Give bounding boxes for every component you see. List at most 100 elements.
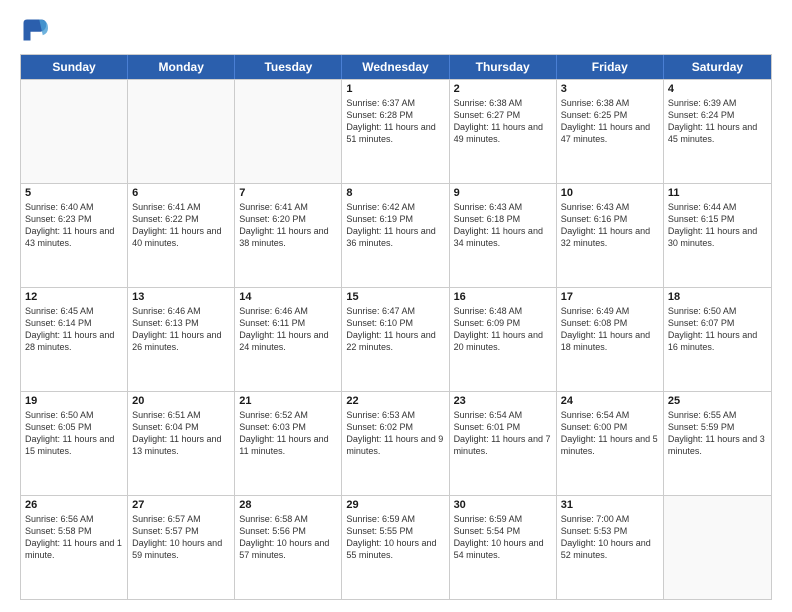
calendar-body: 1 Sunrise: 6:37 AM Sunset: 6:28 PM Daylig…	[21, 79, 771, 599]
calendar-header: SundayMondayTuesdayWednesdayThursdayFrid…	[21, 55, 771, 79]
page: SundayMondayTuesdayWednesdayThursdayFrid…	[0, 0, 792, 612]
cell-day-number: 6	[132, 187, 230, 199]
calendar-cell	[664, 496, 771, 599]
cell-info: Sunrise: 6:37 AM Sunset: 6:28 PM Dayligh…	[346, 97, 444, 146]
cell-info: Sunrise: 6:41 AM Sunset: 6:20 PM Dayligh…	[239, 201, 337, 250]
calendar-cell: 31 Sunrise: 7:00 AM Sunset: 5:53 PM Dayli…	[557, 496, 664, 599]
cell-day-number: 2	[454, 83, 552, 95]
cell-info: Sunrise: 6:42 AM Sunset: 6:19 PM Dayligh…	[346, 201, 444, 250]
cell-day-number: 21	[239, 395, 337, 407]
cell-info: Sunrise: 6:56 AM Sunset: 5:58 PM Dayligh…	[25, 513, 123, 562]
cell-info: Sunrise: 6:50 AM Sunset: 6:07 PM Dayligh…	[668, 305, 767, 354]
cell-info: Sunrise: 6:40 AM Sunset: 6:23 PM Dayligh…	[25, 201, 123, 250]
calendar-cell: 5 Sunrise: 6:40 AM Sunset: 6:23 PM Daylig…	[21, 184, 128, 287]
cell-info: Sunrise: 7:00 AM Sunset: 5:53 PM Dayligh…	[561, 513, 659, 562]
calendar-cell: 28 Sunrise: 6:58 AM Sunset: 5:56 PM Dayli…	[235, 496, 342, 599]
calendar-row-0: 1 Sunrise: 6:37 AM Sunset: 6:28 PM Daylig…	[21, 79, 771, 183]
calendar-cell: 30 Sunrise: 6:59 AM Sunset: 5:54 PM Dayli…	[450, 496, 557, 599]
calendar-cell: 18 Sunrise: 6:50 AM Sunset: 6:07 PM Dayli…	[664, 288, 771, 391]
calendar-cell: 12 Sunrise: 6:45 AM Sunset: 6:14 PM Dayli…	[21, 288, 128, 391]
cell-day-number: 30	[454, 499, 552, 511]
cell-info: Sunrise: 6:58 AM Sunset: 5:56 PM Dayligh…	[239, 513, 337, 562]
cell-day-number: 20	[132, 395, 230, 407]
calendar-cell	[128, 80, 235, 183]
cell-day-number: 28	[239, 499, 337, 511]
cell-day-number: 18	[668, 291, 767, 303]
cell-day-number: 7	[239, 187, 337, 199]
cell-info: Sunrise: 6:43 AM Sunset: 6:16 PM Dayligh…	[561, 201, 659, 250]
calendar-cell: 3 Sunrise: 6:38 AM Sunset: 6:25 PM Daylig…	[557, 80, 664, 183]
calendar: SundayMondayTuesdayWednesdayThursdayFrid…	[20, 54, 772, 600]
cell-info: Sunrise: 6:57 AM Sunset: 5:57 PM Dayligh…	[132, 513, 230, 562]
cell-day-number: 9	[454, 187, 552, 199]
cell-info: Sunrise: 6:54 AM Sunset: 6:01 PM Dayligh…	[454, 409, 552, 458]
cell-day-number: 13	[132, 291, 230, 303]
calendar-cell: 21Sunrise: 6:52 AM Sunset: 6:03 PM Dayli…	[235, 392, 342, 495]
logo-icon	[20, 16, 48, 44]
calendar-cell: 15Sunrise: 6:47 AM Sunset: 6:10 PM Dayli…	[342, 288, 449, 391]
cell-day-number: 14	[239, 291, 337, 303]
cell-day-number: 15	[346, 291, 444, 303]
cell-day-number: 3	[561, 83, 659, 95]
calendar-cell: 14 Sunrise: 6:46 AM Sunset: 6:11 PM Dayli…	[235, 288, 342, 391]
calendar-cell: 22 Sunrise: 6:53 AM Sunset: 6:02 PM Dayli…	[342, 392, 449, 495]
cell-info: Sunrise: 6:59 AM Sunset: 5:55 PM Dayligh…	[346, 513, 444, 562]
logo	[20, 16, 52, 44]
cell-day-number: 16	[454, 291, 552, 303]
cell-day-number: 23	[454, 395, 552, 407]
cell-day-number: 29	[346, 499, 444, 511]
calendar-cell: 29 Sunrise: 6:59 AM Sunset: 5:55 PM Dayli…	[342, 496, 449, 599]
cell-day-number: 5	[25, 187, 123, 199]
calendar-row-4: 26 Sunrise: 6:56 AM Sunset: 5:58 PM Dayli…	[21, 495, 771, 599]
cell-info: Sunrise: 6:55 AM Sunset: 5:59 PM Dayligh…	[668, 409, 767, 458]
cell-info: Sunrise: 6:39 AM Sunset: 6:24 PM Dayligh…	[668, 97, 767, 146]
cell-info: Sunrise: 6:53 AM Sunset: 6:02 PM Dayligh…	[346, 409, 444, 458]
calendar-row-2: 12 Sunrise: 6:45 AM Sunset: 6:14 PM Dayli…	[21, 287, 771, 391]
cell-info: Sunrise: 6:38 AM Sunset: 6:27 PM Dayligh…	[454, 97, 552, 146]
cell-day-number: 12	[25, 291, 123, 303]
cell-info: Sunrise: 6:43 AM Sunset: 6:18 PM Dayligh…	[454, 201, 552, 250]
calendar-cell	[21, 80, 128, 183]
day-header-monday: Monday	[128, 55, 235, 79]
calendar-cell: 19Sunrise: 6:50 AM Sunset: 6:05 PM Dayli…	[21, 392, 128, 495]
day-header-friday: Friday	[557, 55, 664, 79]
calendar-cell: 8 Sunrise: 6:42 AM Sunset: 6:19 PM Daylig…	[342, 184, 449, 287]
calendar-cell: 25 Sunrise: 6:55 AM Sunset: 5:59 PM Dayli…	[664, 392, 771, 495]
calendar-cell: 4 Sunrise: 6:39 AM Sunset: 6:24 PM Daylig…	[664, 80, 771, 183]
calendar-cell: 11Sunrise: 6:44 AM Sunset: 6:15 PM Dayli…	[664, 184, 771, 287]
cell-info: Sunrise: 6:38 AM Sunset: 6:25 PM Dayligh…	[561, 97, 659, 146]
cell-info: Sunrise: 6:46 AM Sunset: 6:11 PM Dayligh…	[239, 305, 337, 354]
cell-info: Sunrise: 6:46 AM Sunset: 6:13 PM Dayligh…	[132, 305, 230, 354]
cell-info: Sunrise: 6:51 AM Sunset: 6:04 PM Dayligh…	[132, 409, 230, 458]
calendar-row-3: 19Sunrise: 6:50 AM Sunset: 6:05 PM Dayli…	[21, 391, 771, 495]
day-header-sunday: Sunday	[21, 55, 128, 79]
cell-day-number: 31	[561, 499, 659, 511]
cell-day-number: 17	[561, 291, 659, 303]
cell-info: Sunrise: 6:45 AM Sunset: 6:14 PM Dayligh…	[25, 305, 123, 354]
cell-info: Sunrise: 6:59 AM Sunset: 5:54 PM Dayligh…	[454, 513, 552, 562]
cell-info: Sunrise: 6:41 AM Sunset: 6:22 PM Dayligh…	[132, 201, 230, 250]
cell-day-number: 4	[668, 83, 767, 95]
cell-day-number: 24	[561, 395, 659, 407]
calendar-cell: 1 Sunrise: 6:37 AM Sunset: 6:28 PM Daylig…	[342, 80, 449, 183]
day-header-tuesday: Tuesday	[235, 55, 342, 79]
calendar-cell: 16 Sunrise: 6:48 AM Sunset: 6:09 PM Dayli…	[450, 288, 557, 391]
calendar-cell: 26 Sunrise: 6:56 AM Sunset: 5:58 PM Dayli…	[21, 496, 128, 599]
calendar-cell: 20 Sunrise: 6:51 AM Sunset: 6:04 PM Dayli…	[128, 392, 235, 495]
cell-info: Sunrise: 6:48 AM Sunset: 6:09 PM Dayligh…	[454, 305, 552, 354]
calendar-cell: 17Sunrise: 6:49 AM Sunset: 6:08 PM Dayli…	[557, 288, 664, 391]
calendar-cell: 10 Sunrise: 6:43 AM Sunset: 6:16 PM Dayli…	[557, 184, 664, 287]
cell-day-number: 1	[346, 83, 444, 95]
cell-day-number: 8	[346, 187, 444, 199]
cell-info: Sunrise: 6:44 AM Sunset: 6:15 PM Dayligh…	[668, 201, 767, 250]
cell-day-number: 22	[346, 395, 444, 407]
cell-day-number: 19	[25, 395, 123, 407]
calendar-cell: 23 Sunrise: 6:54 AM Sunset: 6:01 PM Dayli…	[450, 392, 557, 495]
calendar-cell: 27Sunrise: 6:57 AM Sunset: 5:57 PM Dayli…	[128, 496, 235, 599]
day-header-wednesday: Wednesday	[342, 55, 449, 79]
calendar-cell: 9 Sunrise: 6:43 AM Sunset: 6:18 PM Daylig…	[450, 184, 557, 287]
cell-day-number: 26	[25, 499, 123, 511]
cell-day-number: 10	[561, 187, 659, 199]
day-header-thursday: Thursday	[450, 55, 557, 79]
cell-day-number: 25	[668, 395, 767, 407]
